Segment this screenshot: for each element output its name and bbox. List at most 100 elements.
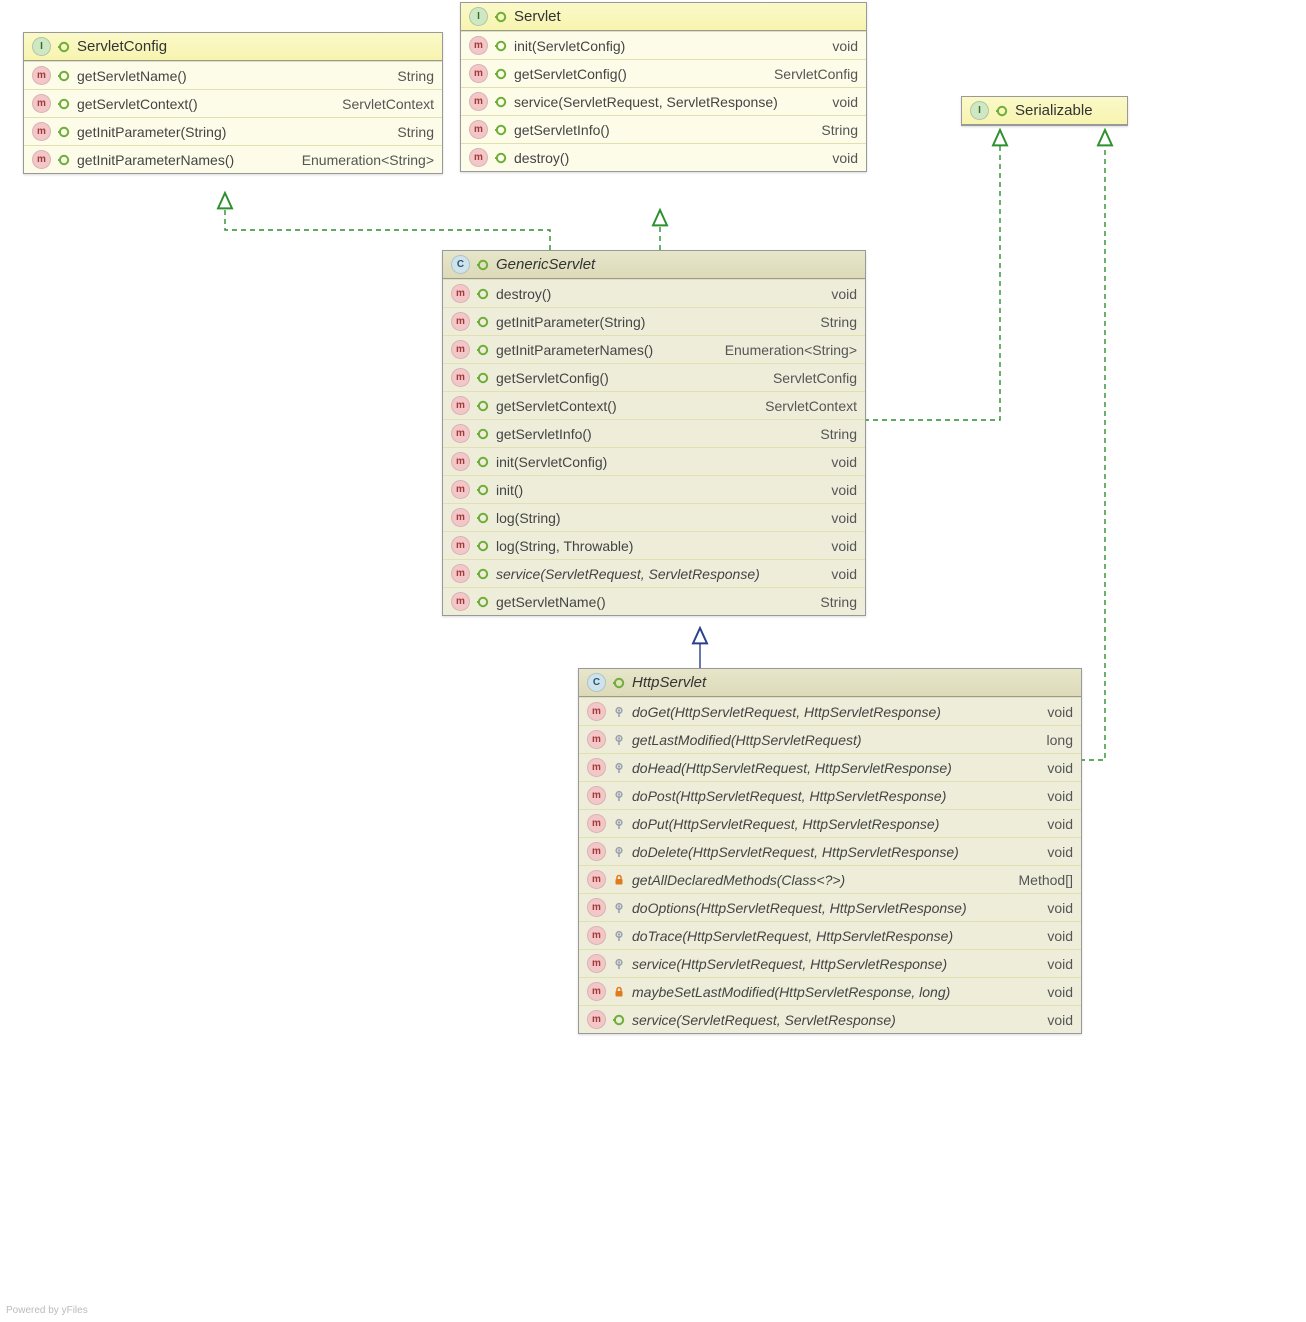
arrow-realize-httpServlet-serializable [1080, 130, 1105, 760]
method-return-type: void [831, 482, 857, 498]
method-signature: service(ServletRequest, ServletResponse) [496, 566, 825, 582]
method-row[interactable]: mgetServletContext()ServletContext [443, 391, 865, 419]
method-row[interactable]: mgetServletInfo()String [461, 115, 866, 143]
method-icon: m [587, 786, 606, 805]
protected-visibility-icon [612, 957, 626, 971]
protected-visibility-icon [612, 705, 626, 719]
method-row[interactable]: mgetInitParameter(String)String [443, 307, 865, 335]
uml-interface-servletConfig[interactable]: IServletConfigmgetServletName()Stringmge… [23, 32, 443, 174]
arrow-realize-genericServlet-serializable [864, 130, 1000, 420]
method-icon: m [32, 150, 51, 169]
method-return-type: ServletConfig [773, 370, 857, 386]
method-row[interactable]: mgetInitParameterNames()Enumeration<Stri… [24, 145, 442, 173]
uml-header[interactable]: CGenericServlet [443, 251, 865, 279]
method-icon: m [451, 312, 470, 331]
method-return-type: void [1047, 816, 1073, 832]
method-row[interactable]: minit(ServletConfig)void [443, 447, 865, 475]
method-row[interactable]: minit(ServletConfig)void [461, 31, 866, 59]
method-row[interactable]: mgetServletConfig()ServletConfig [461, 59, 866, 87]
method-return-type: Enumeration<String> [725, 342, 857, 358]
uml-header[interactable]: ISerializable [962, 97, 1127, 125]
method-row[interactable]: m getAllDeclaredMethods(Class<?>) Method[] [579, 865, 1081, 893]
method-row[interactable]: mgetInitParameterNames()Enumeration<Stri… [443, 335, 865, 363]
method-icon: m [587, 870, 606, 889]
uml-class-httpServlet[interactable]: CHttpServletmdoGet(HttpServletRequest, H… [578, 668, 1082, 1034]
public-visibility-icon [57, 69, 71, 83]
method-icon: m [451, 480, 470, 499]
method-signature: maybeSetLastModified(HttpServletResponse… [632, 984, 1041, 1000]
method-signature: doPut(HttpServletRequest, HttpServletRes… [632, 816, 1041, 832]
method-row[interactable]: mdoPost(HttpServletRequest, HttpServletR… [579, 781, 1081, 809]
method-row[interactable]: mdoGet(HttpServletRequest, HttpServletRe… [579, 697, 1081, 725]
method-signature: getLastModified(HttpServletRequest) [632, 732, 1041, 748]
method-row[interactable]: mservice(HttpServletRequest, HttpServlet… [579, 949, 1081, 977]
relationship-arrows [0, 0, 1306, 1322]
method-return-type: String [820, 426, 857, 442]
method-row[interactable]: mgetServletName()String [24, 61, 442, 89]
method-signature: service(ServletRequest, ServletResponse) [632, 1012, 1041, 1028]
method-icon: m [451, 396, 470, 415]
public-visibility-icon [476, 483, 490, 497]
method-return-type: String [820, 314, 857, 330]
method-row[interactable]: m doPut(HttpServletRequest, HttpServletRe… [579, 809, 1081, 837]
method-icon: m [469, 92, 488, 111]
method-row[interactable]: mgetServletConfig()ServletConfig [443, 363, 865, 391]
method-return-type: String [397, 124, 434, 140]
uml-title: Servlet [514, 8, 561, 25]
public-visibility-icon [476, 455, 490, 469]
method-row[interactable]: mgetLastModified(HttpServletRequest)long [579, 725, 1081, 753]
method-return-type: void [831, 286, 857, 302]
uml-title: Serializable [1015, 102, 1093, 119]
method-row[interactable]: mdestroy()void [461, 143, 866, 171]
method-row[interactable]: mservice(ServletRequest, ServletResponse… [461, 87, 866, 115]
method-row[interactable]: mdoHead(HttpServletRequest, HttpServletR… [579, 753, 1081, 781]
public-visibility-icon [494, 123, 508, 137]
public-visibility-icon [476, 539, 490, 553]
method-signature: doDelete(HttpServletRequest, HttpServlet… [632, 844, 1041, 860]
public-visibility-icon [57, 97, 71, 111]
method-signature: getAllDeclaredMethods(Class<?>) [632, 872, 1013, 888]
method-signature: service(HttpServletRequest, HttpServletR… [632, 956, 1041, 972]
method-row[interactable]: m service(ServletRequest, ServletResponse… [579, 1005, 1081, 1033]
method-row[interactable]: mgetInitParameter(String)String [24, 117, 442, 145]
public-visibility-icon [476, 595, 490, 609]
method-icon: m [451, 452, 470, 471]
method-return-type: Method[] [1019, 872, 1073, 888]
method-row[interactable]: mdestroy()void [443, 279, 865, 307]
uml-header[interactable]: IServletConfig [24, 33, 442, 61]
method-row[interactable]: mdoOptions(HttpServletRequest, HttpServl… [579, 893, 1081, 921]
method-row[interactable]: mdoDelete(HttpServletRequest, HttpServle… [579, 837, 1081, 865]
method-signature: init(ServletConfig) [514, 38, 826, 54]
method-signature: destroy() [514, 150, 826, 166]
method-row[interactable]: mgetServletContext()ServletContext [24, 89, 442, 117]
uml-interface-serializable[interactable]: ISerializable [961, 96, 1128, 126]
uml-header[interactable]: IServlet [461, 3, 866, 31]
method-row[interactable]: mgetServletInfo()String [443, 419, 865, 447]
method-row[interactable]: minit()void [443, 475, 865, 503]
method-signature: doOptions(HttpServletRequest, HttpServle… [632, 900, 1041, 916]
method-return-type: ServletContext [765, 398, 857, 414]
protected-visibility-icon [612, 845, 626, 859]
public-visibility-icon [476, 427, 490, 441]
method-row[interactable]: mlog(String, Throwable)void [443, 531, 865, 559]
uml-header[interactable]: CHttpServlet [579, 669, 1081, 697]
method-icon: m [587, 1010, 606, 1029]
method-return-type: String [820, 594, 857, 610]
method-row[interactable]: mdoTrace(HttpServletRequest, HttpServlet… [579, 921, 1081, 949]
uml-class-genericServlet[interactable]: CGenericServletmdestroy()voidmgetInitPar… [442, 250, 866, 616]
public-visibility-icon [476, 399, 490, 413]
method-icon: m [451, 508, 470, 527]
method-row[interactable]: mlog(String)void [443, 503, 865, 531]
method-icon: m [587, 758, 606, 777]
method-icon: m [469, 120, 488, 139]
method-signature: getServletInfo() [496, 426, 814, 442]
method-icon: m [587, 814, 606, 833]
uml-title: ServletConfig [77, 38, 167, 55]
method-row[interactable]: mmaybeSetLastModified(HttpServletRespons… [579, 977, 1081, 1005]
uml-interface-servlet[interactable]: IServletminit(ServletConfig)voidmgetServ… [460, 2, 867, 172]
public-visibility-icon [995, 104, 1009, 118]
method-signature: log(String) [496, 510, 825, 526]
public-visibility-icon [57, 125, 71, 139]
method-row[interactable]: mgetServletName()String [443, 587, 865, 615]
method-row[interactable]: mservice(ServletRequest, ServletResponse… [443, 559, 865, 587]
